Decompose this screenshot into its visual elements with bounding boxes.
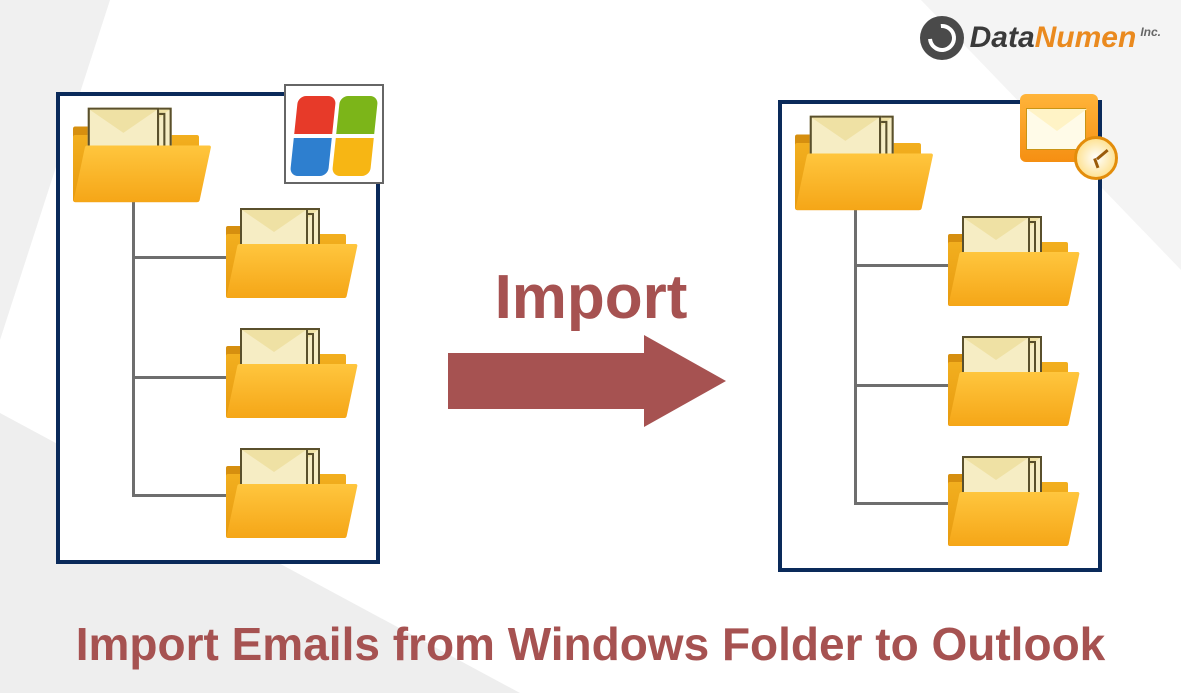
subfolder-3-icon: [948, 460, 1068, 546]
source-windows-panel: [56, 92, 380, 564]
brand-logo: DataNumenInc.: [920, 16, 1161, 60]
root-folder-icon: [73, 112, 199, 202]
subfolder-1-icon: [226, 212, 346, 298]
subfolder-3-icon: [226, 452, 346, 538]
subfolder-2-icon: [948, 340, 1068, 426]
subfolder-2-icon: [226, 332, 346, 418]
tree-line-h2: [132, 376, 228, 379]
arrow-icon: [448, 335, 734, 427]
tree-line-h3: [854, 502, 950, 505]
arrow-label: Import: [436, 262, 746, 333]
brand-part2: Numen: [1035, 21, 1137, 54]
tree-line-vertical: [132, 202, 135, 496]
root-folder-icon: [795, 120, 921, 210]
subfolder-1-icon: [948, 220, 1068, 306]
tree-line-h1: [132, 256, 228, 259]
target-outlook-panel: [778, 100, 1102, 572]
outlook-logo-icon: [1014, 86, 1114, 186]
brand-suffix: Inc.: [1140, 25, 1161, 39]
page-caption: Import Emails from Windows Folder to Out…: [0, 617, 1181, 671]
tree-line-vertical: [854, 210, 857, 504]
brand-text: DataNumenInc.: [970, 21, 1161, 55]
brand-mark-icon: [920, 16, 964, 60]
tree-line-h3: [132, 494, 228, 497]
tree-line-h2: [854, 384, 950, 387]
brand-part1: Data: [970, 21, 1035, 54]
windows-logo-icon: [284, 84, 384, 184]
import-arrow: Import: [436, 262, 746, 427]
tree-line-h1: [854, 264, 950, 267]
